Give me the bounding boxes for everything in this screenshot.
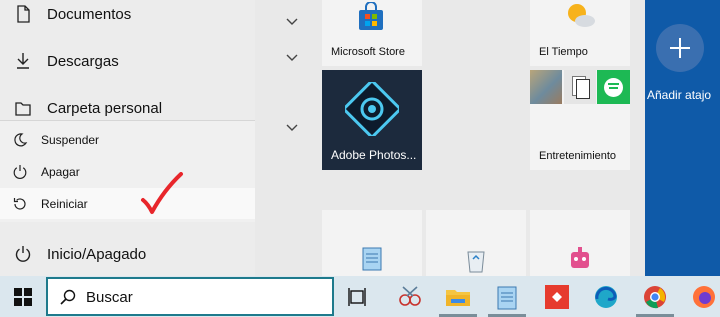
robot-icon [571, 247, 589, 268]
file-explorer-icon[interactable] [443, 282, 473, 312]
power-icon [13, 164, 27, 179]
apagar-option[interactable]: Apagar [0, 156, 255, 187]
tile-microsoft-store[interactable]: Microsoft Store [322, 0, 422, 66]
recycle-bin-icon [467, 251, 485, 273]
snipping-tool-icon[interactable] [395, 282, 425, 312]
task-view-icon[interactable] [343, 282, 373, 312]
red-checkmark-annotation [141, 172, 183, 214]
tile-el-tiempo[interactable]: El Tiempo [530, 0, 630, 66]
edge-browser-icon[interactable] [591, 282, 621, 312]
power-icon [15, 246, 31, 262]
chrome-browser-icon[interactable] [640, 282, 670, 312]
restart-icon [13, 197, 26, 210]
chevron-down-icon[interactable] [286, 54, 298, 62]
document-icon [17, 5, 30, 23]
add-shortcut-button[interactable] [656, 24, 704, 72]
firefox-browser-icon[interactable] [689, 282, 719, 312]
photo-thumbnail [530, 70, 562, 104]
notepad-icon [362, 247, 382, 271]
store-bag-icon [359, 2, 383, 30]
folder-icon [15, 102, 31, 116]
download-icon [17, 53, 29, 69]
power-options-flyout: Suspender Apagar Reiniciar [0, 120, 255, 222]
chevron-down-icon[interactable] [286, 18, 298, 26]
weather-sun-icon [568, 4, 595, 27]
nav-item-label: Inicio/Apagado [47, 245, 147, 263]
apagar-label: Apagar [41, 164, 80, 179]
tile-label: El Tiempo [539, 46, 588, 58]
tile-adobe-photoshop[interactable]: Adobe Photos... [322, 70, 422, 170]
plus-icon [679, 38, 681, 58]
nav-item-label: Carpeta personal [47, 99, 163, 117]
tile-label: Microsoft Store [331, 46, 405, 58]
nav-item-descargas[interactable]: Descargas [0, 41, 255, 81]
search-icon [60, 289, 76, 305]
search-placeholder: Buscar [86, 289, 133, 306]
start-button[interactable] [0, 276, 46, 317]
anydesk-icon[interactable] [542, 282, 572, 312]
nav-item-label: Descargas [47, 52, 119, 70]
tile-label: Entretenimiento [539, 150, 617, 162]
notepad-icon[interactable] [492, 282, 522, 312]
adobe-photoshop-icon [345, 82, 399, 136]
nav-item-documentos[interactable]: Documentos [0, 0, 255, 34]
tile-recycle-bin[interactable] [426, 210, 526, 276]
reiniciar-label: Reiniciar [41, 196, 88, 211]
nav-item-inicio-apagado[interactable]: Inicio/Apagado [0, 234, 255, 274]
solitaire-thumbnail [564, 70, 596, 104]
search-box[interactable]: Buscar [46, 277, 334, 316]
spotify-icon [597, 70, 630, 104]
suspender-label: Suspender [41, 132, 100, 147]
windows-logo-icon [14, 288, 32, 306]
tile-entretenimiento[interactable]: Entretenimiento [530, 70, 630, 170]
suspender-option[interactable]: Suspender [0, 124, 255, 155]
chevron-down-icon[interactable] [286, 124, 298, 132]
tile-robot-app[interactable] [530, 210, 630, 276]
reiniciar-option[interactable]: Reiniciar [0, 188, 255, 219]
tile-notepad[interactable] [322, 210, 422, 276]
add-shortcut-label: Añadir atajo [647, 88, 712, 102]
nav-item-label: Documentos [47, 5, 132, 23]
tile-label: Adobe Photos... [331, 148, 417, 162]
moon-icon [14, 132, 28, 146]
